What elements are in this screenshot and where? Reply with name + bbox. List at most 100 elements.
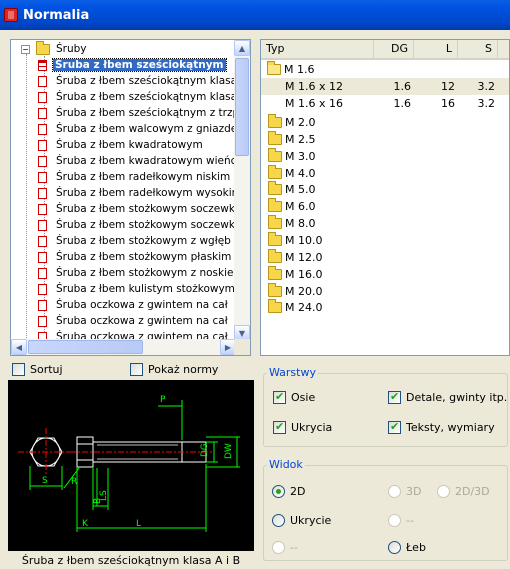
- table-group-row[interactable]: M 8.0: [261, 215, 509, 232]
- tree-item[interactable]: Śruba z łbem stożkowym z wgłęb: [38, 233, 231, 249]
- tree-item-label: Śruba z łbem kulistym stożkowym: [56, 283, 235, 295]
- tree-root-item[interactable]: − Śruby: [21, 40, 87, 57]
- tree-item[interactable]: Śruba z łbem kulistym stożkowym: [38, 281, 235, 297]
- tree-item[interactable]: Śruba z łbem sześciokątnym klasa: [38, 89, 237, 105]
- folder-icon: [36, 40, 50, 55]
- group-label: M 4.0: [285, 166, 316, 180]
- view-dash2-radio-dot[interactable]: [272, 541, 285, 554]
- view-2d3d-label: 2D/3D: [455, 485, 490, 498]
- column-header-type[interactable]: Typ: [261, 40, 374, 58]
- show-norms-checkbox-box[interactable]: [130, 363, 143, 376]
- table-group-row[interactable]: M 24.0: [261, 299, 509, 316]
- folder-icon: [268, 282, 282, 297]
- tree-item[interactable]: Śruba z łbem stożkowym soczewk: [38, 217, 235, 233]
- collapse-icon[interactable]: −: [21, 44, 30, 54]
- view-dash1-radio-dot[interactable]: [388, 514, 401, 527]
- axes-checkbox-box[interactable]: [273, 390, 286, 404]
- tree-item[interactable]: Śruba z łbem stożkowym płaskim: [38, 249, 231, 265]
- view-2d-radio-dot[interactable]: [272, 485, 285, 498]
- view-dash2-radio[interactable]: --: [272, 541, 298, 554]
- texts-checkbox-box[interactable]: [388, 420, 401, 434]
- tree-item[interactable]: Śruba z łbem kwadratowym: [38, 137, 203, 153]
- table-group-row[interactable]: M 12.0: [261, 248, 509, 266]
- sort-checkbox[interactable]: Sortuj: [12, 363, 63, 376]
- group-label: M 2.5: [285, 132, 316, 146]
- hidden-lines-checkbox-box[interactable]: [273, 420, 286, 434]
- document-icon: [38, 75, 47, 87]
- dim-label-b: B: [93, 498, 103, 504]
- document-icon: [38, 155, 47, 167]
- view-head-radio[interactable]: Łeb: [388, 541, 426, 554]
- texts-checkbox[interactable]: Teksty, wymiary: [388, 420, 495, 434]
- view-hidden-radio-dot[interactable]: [272, 514, 285, 527]
- axes-checkbox[interactable]: Osie: [273, 390, 315, 404]
- tree-item-selected[interactable]: Śruba z łbem sześciokątnym: [38, 57, 227, 73]
- table-row[interactable]: M 1.6 x 16 1.6 16 3.2: [261, 95, 509, 112]
- document-icon: [38, 267, 47, 279]
- sizes-table[interactable]: Typ DG L S M 1.6 M 1.6 x 12 1.6 12 3.2 M 1.6…: [260, 39, 510, 356]
- show-norms-checkbox[interactable]: Pokaż normy: [130, 363, 218, 376]
- table-group-row[interactable]: M 6.0: [261, 198, 509, 215]
- scroll-left-arrow-icon[interactable]: ◀: [11, 339, 27, 355]
- table-group-row[interactable]: M 16.0: [261, 265, 509, 283]
- document-icon: [38, 59, 47, 71]
- group-label: M 3.0: [285, 149, 316, 163]
- tree-vertical-scrollbar[interactable]: ▲ ▼: [234, 40, 250, 341]
- column-header-s[interactable]: S: [458, 40, 498, 58]
- tree-item[interactable]: Śruba z łbem walcowym z gniazdem: [38, 121, 248, 137]
- table-group-row[interactable]: M 20.0: [261, 282, 509, 300]
- document-icon: [38, 251, 47, 263]
- column-header-l[interactable]: L: [414, 40, 458, 58]
- hidden-lines-checkbox[interactable]: Ukrycia: [273, 420, 332, 434]
- tree-item[interactable]: Śruba oczkowa z gwintem na cał: [38, 297, 228, 313]
- scroll-thumb[interactable]: [28, 340, 143, 354]
- tree-item[interactable]: Śruba z łbem sześciokątnym klasa: [38, 73, 237, 89]
- document-icon: [38, 203, 47, 215]
- view-3d-radio[interactable]: 3D: [388, 485, 421, 498]
- scroll-thumb[interactable]: [235, 58, 249, 156]
- tree-item[interactable]: Śruba z łbem stożkowym soczewk: [38, 201, 235, 217]
- category-tree[interactable]: − Śruby Śruba z łbem sześciokątnym Śruba …: [10, 39, 251, 356]
- bolt-drawing: P DG DW S R LS B K L: [18, 395, 240, 532]
- tree-item[interactable]: Śruba oczkowa z gwintem na cał: [38, 313, 228, 329]
- group-label: M 24.0: [285, 301, 323, 315]
- document-icon: [38, 219, 47, 231]
- table-group-row[interactable]: M 4.0: [261, 164, 509, 182]
- tree-item[interactable]: Śruba z łbem kwadratowym wieńc: [38, 153, 236, 169]
- details-checkbox[interactable]: Detale, gwinty itp.: [388, 390, 507, 404]
- cell-type: M 1.6 x 12: [285, 80, 343, 93]
- details-checkbox-box[interactable]: [388, 390, 401, 404]
- folder-icon: [268, 248, 282, 263]
- scroll-up-arrow-icon[interactable]: ▲: [234, 40, 250, 56]
- view-2d3d-radio[interactable]: 2D/3D: [437, 485, 490, 498]
- tree-item[interactable]: Śruba z łbem radełkowym niskim: [38, 169, 230, 185]
- view-2d-radio[interactable]: 2D: [272, 485, 305, 498]
- table-group-row[interactable]: M 2.5: [261, 130, 509, 148]
- view-3d-radio-dot[interactable]: [388, 485, 401, 498]
- tree-horizontal-scrollbar[interactable]: ◀ ▶: [11, 339, 236, 355]
- table-group-row[interactable]: M 2.0: [261, 114, 509, 131]
- group-label: M 10.0: [285, 233, 323, 247]
- tree-item[interactable]: Śruba z łbem stożkowym z noskie: [38, 265, 233, 281]
- view-head-radio-dot[interactable]: [388, 541, 401, 554]
- view-hidden-radio[interactable]: Ukrycie: [272, 514, 331, 527]
- view-group: [263, 465, 508, 561]
- tree-item-label: Śruba z łbem stożkowym z wgłęb: [56, 235, 231, 247]
- sort-checkbox-box[interactable]: [12, 363, 25, 376]
- tree-item[interactable]: Śruba z łbem radełkowym wysokim: [38, 185, 242, 201]
- view-dash1-radio[interactable]: --: [388, 514, 414, 527]
- table-row[interactable]: M 1.6 x 12 1.6 12 3.2: [261, 78, 509, 95]
- preview-caption: Śruba z łbem sześciokątnym klasa A i B: [21, 554, 241, 567]
- tree-item-label: Śruba oczkowa z gwintem na cał: [56, 315, 228, 327]
- tree-item-label: Śruba z łbem sześciokątnym z trzp: [56, 107, 240, 119]
- table-group-row[interactable]: M 5.0: [261, 181, 509, 198]
- tree-item-label: Śruba z łbem sześciokątnym: [52, 58, 227, 72]
- tree-item[interactable]: Śruba z łbem sześciokątnym z trzp: [38, 105, 239, 121]
- folder-icon: [268, 299, 282, 314]
- table-group-row[interactable]: M 1.6: [261, 61, 509, 78]
- view-3d-label: 3D: [406, 485, 422, 498]
- table-group-row[interactable]: M 10.0: [261, 231, 509, 249]
- column-header-dg[interactable]: DG: [374, 40, 414, 58]
- table-group-row[interactable]: M 3.0: [261, 147, 509, 165]
- view-2d3d-radio-dot[interactable]: [437, 485, 450, 498]
